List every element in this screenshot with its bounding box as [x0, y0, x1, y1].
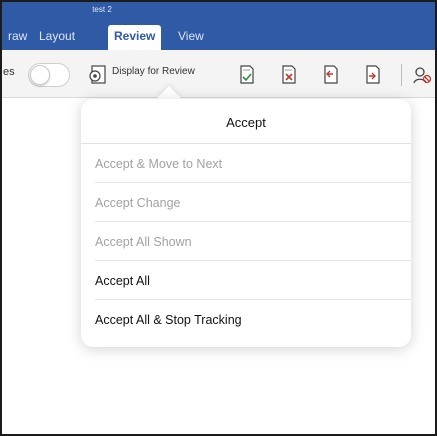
- display-for-review-label[interactable]: Display for Review: [112, 66, 195, 77]
- ribbon-header: test 2 raw Layout Review View: [2, 2, 435, 50]
- accept-popover: Accept Accept & Move to Next Accept Chan…: [81, 99, 411, 347]
- track-changes-toggle[interactable]: [28, 63, 70, 87]
- reject-change-icon[interactable]: [278, 64, 298, 86]
- track-changes-label: es: [3, 66, 15, 78]
- next-change-icon[interactable]: [362, 64, 382, 86]
- menu-item-accept-all[interactable]: Accept All: [95, 261, 411, 300]
- toolbar-separator: [401, 64, 402, 86]
- menu-item-accept-all-stop-tracking[interactable]: Accept All & Stop Tracking: [95, 300, 411, 339]
- toggle-knob: [30, 65, 50, 85]
- accept-change-icon[interactable]: [236, 64, 256, 86]
- tab-draw[interactable]: raw: [2, 25, 33, 50]
- popover-title: Accept: [81, 99, 411, 144]
- tab-view[interactable]: View: [172, 25, 210, 50]
- document-title: test 2: [92, 5, 112, 14]
- popover-arrow: [156, 86, 182, 99]
- tab-review[interactable]: Review: [108, 25, 162, 50]
- tab-layout[interactable]: Layout: [33, 25, 81, 50]
- display-for-review-icon[interactable]: [88, 64, 108, 86]
- authors-icon[interactable]: [412, 64, 432, 86]
- menu-item-accept-change[interactable]: Accept Change: [95, 183, 411, 222]
- menu-item-accept-all-shown[interactable]: Accept All Shown: [95, 222, 411, 261]
- review-toolbar: es Display for Review: [2, 50, 435, 98]
- app-window: test 2 raw Layout Review View es Display…: [0, 0, 437, 436]
- previous-change-icon[interactable]: [320, 64, 340, 86]
- menu-item-accept-move-next[interactable]: Accept & Move to Next: [95, 144, 411, 183]
